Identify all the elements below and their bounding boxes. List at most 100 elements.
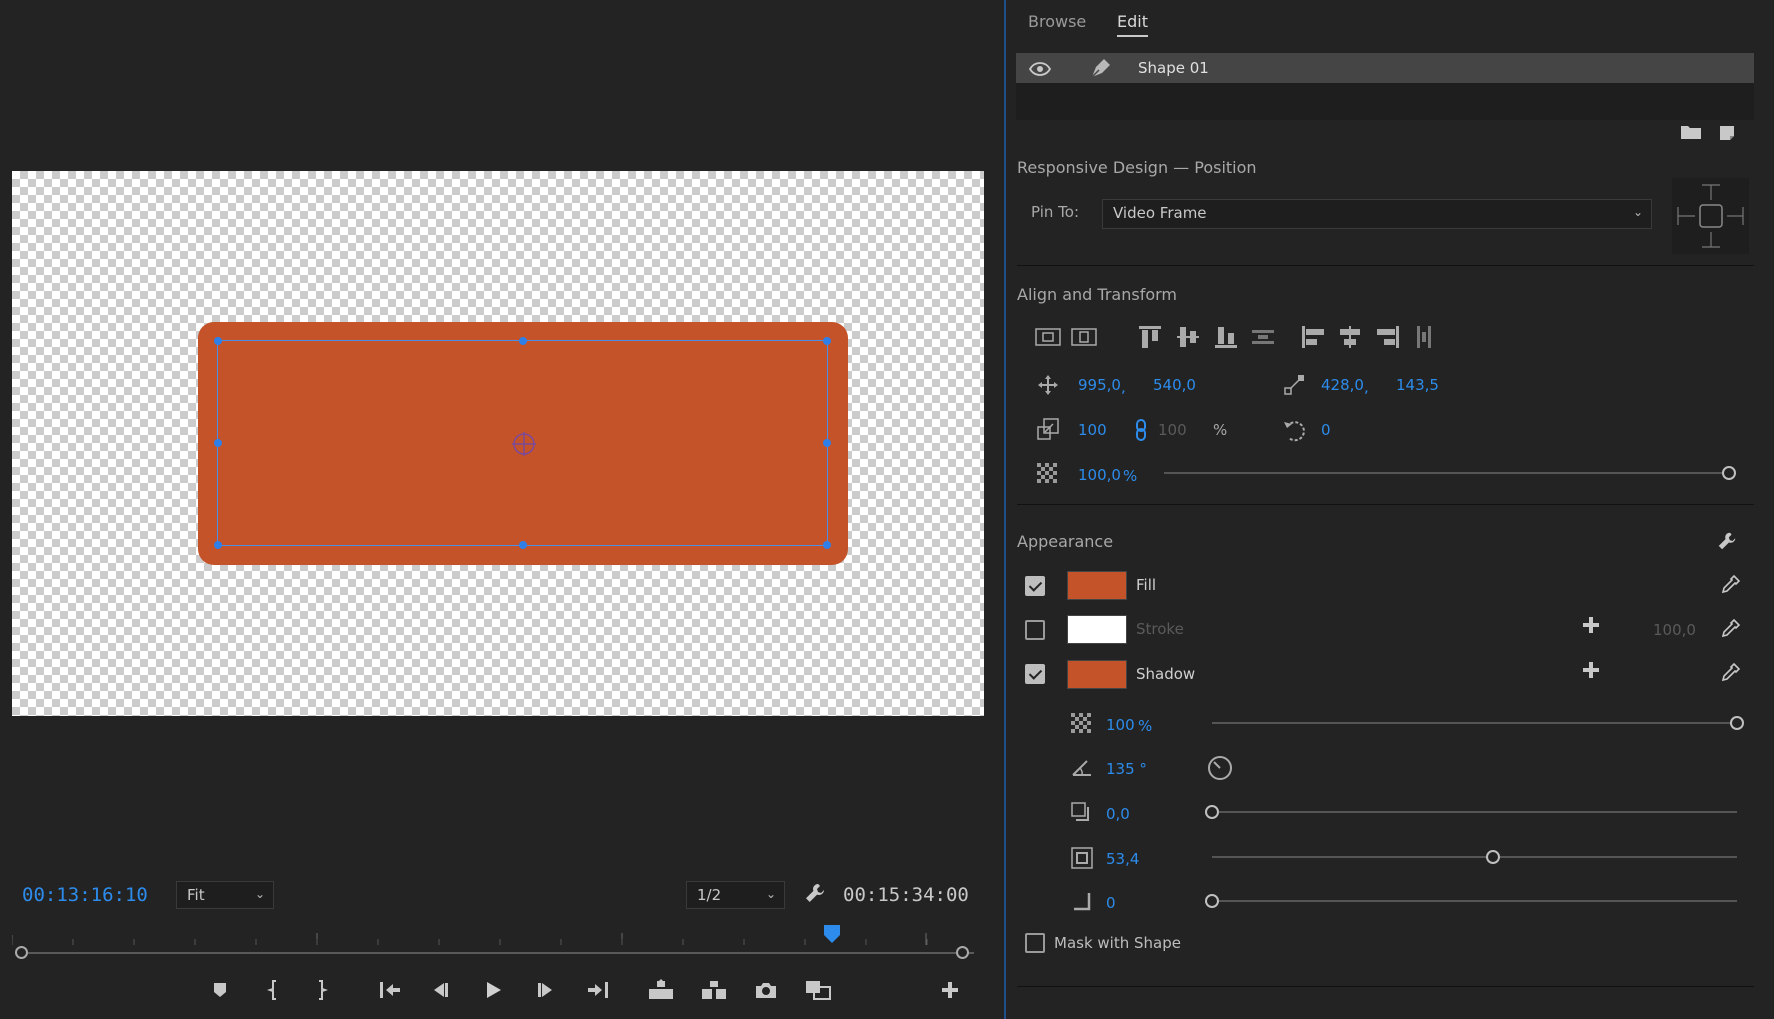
fill-color-swatch[interactable] xyxy=(1067,571,1127,600)
pin-to-dropdown[interactable]: Video Frame ⌄ xyxy=(1102,199,1652,229)
playback-resolution-dropdown[interactable]: 1/2 ⌄ xyxy=(686,881,785,909)
anchor-x-value[interactable]: 428,0 xyxy=(1321,376,1364,394)
shadow-opacity-unit: % xyxy=(1138,717,1153,735)
mark-out-icon xyxy=(319,980,328,1000)
program-monitor: 00:13:16:10 Fit ⌄ 1/2 ⌄ 00:15:34:00 xyxy=(0,0,1008,1019)
align-right-icon[interactable] xyxy=(1375,324,1401,350)
angle-dial-icon[interactable] xyxy=(1207,755,1233,781)
resize-handle-bm[interactable] xyxy=(518,541,527,549)
shadow-blur-slider-knob[interactable] xyxy=(1205,894,1219,908)
shadow-blur-slider-track[interactable] xyxy=(1212,900,1737,902)
pin-to-value: Video Frame xyxy=(1113,204,1207,222)
fill-checkbox[interactable] xyxy=(1025,576,1045,596)
opacity-slider-knob[interactable] xyxy=(1722,466,1736,480)
distribute-horizontal-icon[interactable] xyxy=(1411,324,1437,350)
resize-handle-tl[interactable] xyxy=(214,337,222,345)
opacity-slider-track[interactable] xyxy=(1164,472,1729,474)
align-top-icon[interactable] xyxy=(1137,324,1163,350)
scrub-bar[interactable] xyxy=(22,952,974,954)
rotation-value[interactable]: 0 xyxy=(1321,421,1331,439)
opacity-unit: % xyxy=(1123,467,1138,485)
align-to-video-frame-icon[interactable] xyxy=(1071,326,1097,348)
pin-edges-widget[interactable] xyxy=(1672,178,1749,254)
align-to-selection-icon[interactable] xyxy=(1035,326,1061,348)
shadow-distance-slider-track[interactable] xyxy=(1212,811,1737,813)
shadow-opacity-slider-track[interactable] xyxy=(1212,722,1737,724)
mark-in-button[interactable] xyxy=(259,975,289,1005)
align-transform-title: Align and Transform xyxy=(1017,285,1177,304)
selection-bounding-box[interactable] xyxy=(214,337,831,549)
align-vertical-center-icon[interactable] xyxy=(1175,324,1201,350)
go-to-out-button[interactable] xyxy=(583,975,613,1005)
shadow-eyedropper-icon[interactable] xyxy=(1719,662,1741,684)
resize-handle-ml[interactable] xyxy=(214,439,222,447)
panel-divider[interactable] xyxy=(1004,0,1006,1019)
extract-icon xyxy=(702,981,726,999)
shadow-color-swatch[interactable] xyxy=(1067,660,1127,689)
shadow-opacity-slider-knob[interactable] xyxy=(1730,716,1744,730)
scale-value[interactable]: 100 xyxy=(1078,421,1107,439)
link-chain-icon[interactable] xyxy=(1135,418,1147,442)
pen-shape-icon xyxy=(1091,59,1110,78)
resize-handle-tm[interactable] xyxy=(518,337,527,345)
shadow-angle-value[interactable]: 135 ° xyxy=(1106,760,1147,778)
step-back-button[interactable] xyxy=(425,975,455,1005)
wrench-settings-icon[interactable] xyxy=(803,881,827,905)
comparison-view-button[interactable] xyxy=(803,975,833,1005)
shadow-size-slider-knob[interactable] xyxy=(1486,850,1500,864)
shadow-blur-value[interactable]: 0 xyxy=(1106,894,1116,912)
anchor-y-value[interactable]: 143,5 xyxy=(1396,376,1439,394)
stroke-eyedropper-icon[interactable] xyxy=(1719,618,1741,640)
fill-eyedropper-icon[interactable] xyxy=(1719,574,1741,596)
stroke-width-value[interactable]: 100,0 xyxy=(1653,621,1696,639)
distribute-vertical-icon[interactable] xyxy=(1250,324,1276,350)
shadow-opacity-value[interactable]: 100 xyxy=(1106,716,1135,734)
mark-out-button[interactable] xyxy=(306,975,336,1005)
resize-handle-tr[interactable] xyxy=(823,337,831,345)
resize-handle-br[interactable] xyxy=(823,541,831,549)
add-marker-button[interactable] xyxy=(205,975,235,1005)
position-x-value[interactable]: 995,0 xyxy=(1078,376,1121,394)
resize-handle-bl[interactable] xyxy=(214,541,222,549)
fill-label: Fill xyxy=(1136,576,1157,594)
add-stroke-plus-icon[interactable] xyxy=(1582,616,1600,634)
align-left-icon[interactable] xyxy=(1300,324,1326,350)
add-shadow-plus-icon[interactable] xyxy=(1582,661,1600,679)
stroke-color-swatch[interactable] xyxy=(1067,615,1127,644)
new-layer-icon[interactable] xyxy=(1718,124,1736,142)
shadow-distance-slider-knob[interactable] xyxy=(1205,805,1219,819)
playhead-marker[interactable] xyxy=(823,924,841,944)
current-timecode[interactable]: 00:13:16:10 xyxy=(22,884,148,906)
stroke-checkbox[interactable] xyxy=(1025,620,1045,640)
play-button[interactable] xyxy=(478,975,508,1005)
tab-edit[interactable]: Edit xyxy=(1117,12,1148,37)
lift-button[interactable] xyxy=(646,975,676,1005)
video-canvas[interactable] xyxy=(12,171,984,716)
anchor-point-icon[interactable] xyxy=(511,431,537,457)
shadow-size-slider-track[interactable] xyxy=(1212,856,1737,858)
new-group-folder-icon[interactable] xyxy=(1680,124,1702,140)
align-horizontal-center-icon[interactable] xyxy=(1337,324,1363,350)
shadow-size-value[interactable]: 53,4 xyxy=(1106,850,1139,868)
in-range-handle[interactable] xyxy=(15,946,28,959)
align-bottom-icon[interactable] xyxy=(1213,324,1239,350)
export-frame-button[interactable] xyxy=(751,975,781,1005)
zoom-fit-dropdown[interactable]: Fit ⌄ xyxy=(176,881,274,909)
go-to-in-button[interactable] xyxy=(375,975,405,1005)
shadow-checkbox[interactable] xyxy=(1025,664,1045,684)
mask-with-shape-checkbox[interactable] xyxy=(1025,933,1045,953)
step-forward-button[interactable] xyxy=(531,975,561,1005)
resize-handle-mr[interactable] xyxy=(823,439,831,447)
opacity-value[interactable]: 100,0 xyxy=(1078,466,1121,484)
pin-to-label: Pin To: xyxy=(1031,203,1080,221)
position-y-value[interactable]: 540,0 xyxy=(1153,376,1196,394)
layer-row-shape-01[interactable]: Shape 01 xyxy=(1016,53,1754,83)
visibility-eye-icon[interactable] xyxy=(1029,62,1051,76)
shadow-distance-value[interactable]: 0,0 xyxy=(1106,805,1130,823)
appearance-settings-wrench-icon[interactable] xyxy=(1716,530,1738,552)
button-editor-button[interactable] xyxy=(935,975,965,1005)
extract-button[interactable] xyxy=(699,975,729,1005)
tab-browse[interactable]: Browse xyxy=(1028,12,1086,31)
layer-list[interactable]: Shape 01 xyxy=(1016,53,1754,120)
out-range-handle[interactable] xyxy=(956,946,969,959)
